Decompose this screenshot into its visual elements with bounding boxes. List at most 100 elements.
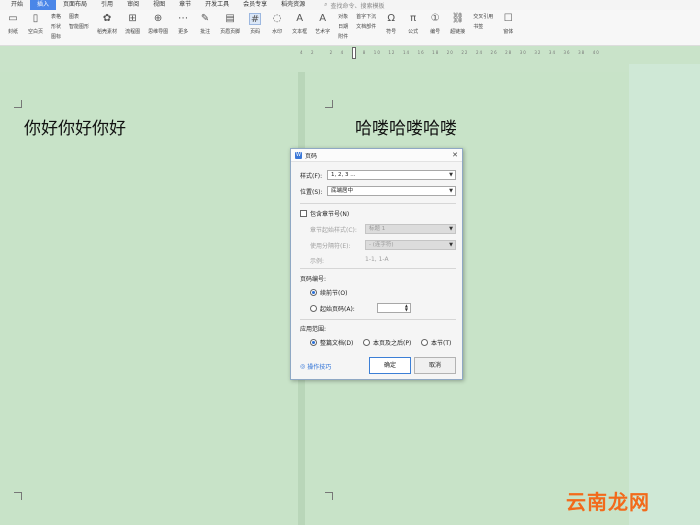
ribbon-icon: Ω [387,13,395,24]
command-search[interactable]: ⌕ 查找命令、搜索模板 [324,1,384,10]
ribbon-small-group: 首字下沉 文档部件 [356,13,376,33]
menu-tab[interactable]: 会员专享 [236,0,274,10]
ribbon-small-button[interactable]: 交叉引用 [473,13,493,20]
ribbon-button-label: 窗体 [503,29,514,35]
ruler-tick: 38 [578,50,586,55]
ribbon-button[interactable]: ▤ 页眉页脚 [220,13,240,35]
menu-tab[interactable]: 开始 [4,0,30,10]
ribbon-button-label: 水印 [272,29,283,35]
menu-bar: 开始 插入 页面布局 引用 审阅 视图 章节 开发工具 会员专享 稻壳资源 ⌕ 查找命令、搜索模板 [0,0,700,10]
ribbon-small-button[interactable]: 智能图形 [69,23,89,30]
menu-tab[interactable]: 引用 [94,0,120,10]
separator-label: 使用分隔符(E): [310,243,351,250]
ruler-tick: 26 [490,50,498,55]
ribbon-small-button[interactable]: 表格 [51,13,61,20]
ribbon-button-label: 批注 [200,29,211,35]
ribbon-icon: ▯ [32,13,39,24]
dropdown-arrow-icon: ▼ [449,188,453,194]
document-page-left[interactable]: 你好你好你好 [0,72,298,525]
apply-section-radio[interactable] [421,339,428,346]
ribbon-small-button[interactable]: 图标 [51,33,61,40]
example-label: 示例: [310,258,325,265]
ruler-tick: 24 [475,50,484,55]
ribbon-small-group: 交叉引用 书签 [473,13,493,33]
apply-label: 应用范围: [300,326,327,333]
ribbon-button[interactable]: ⋯ 更多 [176,13,190,35]
tips-link[interactable]: ◎ 操作技巧 [300,362,331,371]
ribbon-button[interactable]: π 公式 [406,13,420,35]
include-chapter-checkbox[interactable] [300,210,307,217]
menu-tab[interactable]: 插入 [30,0,57,10]
ribbon-button[interactable]: ▯ 空白页 [28,13,43,35]
ribbon-icon: ⋯ [178,13,189,24]
continue-option[interactable]: 续前节(O) [310,288,347,297]
ribbon-button[interactable]: ▭ 封纸 [6,13,20,35]
start-page-stepper[interactable]: ▲ ▼ [377,303,411,313]
ribbon-small-button[interactable]: 对象 [338,13,348,20]
chapter-start-select[interactable]: 标题 1 ▼ [365,224,456,234]
ribbon-button[interactable]: ⛓ 超链接 [450,13,465,35]
ribbon-button[interactable]: ① 编号 [428,13,442,35]
ruler-tick: 28 [505,50,513,55]
close-icon[interactable]: ✕ [452,151,458,159]
menu-tab[interactable]: 章节 [172,0,198,10]
apply-after-radio[interactable] [363,339,370,346]
style-label: 样式(F): [300,173,323,180]
ruler-tick: 22 [461,50,469,55]
horizontal-ruler: 42246810121416182022242628303234363840 [300,50,600,58]
ribbon-button[interactable]: Ω 符号 [384,13,398,35]
apply-section-option[interactable]: 本节(T) [421,338,451,347]
menu-tab[interactable]: 开发工具 [198,0,236,10]
ruler-tick: 14 [402,50,411,55]
ribbon-button[interactable]: ☐ 窗体 [501,13,515,35]
ribbon-button[interactable]: ⊞ 流程图 [125,13,140,35]
ribbon-button[interactable]: ✿ 稻壳素材 [97,13,117,35]
ribbon-icon: ⊞ [128,13,137,24]
ok-button[interactable]: 确定 [369,357,411,374]
separator-select[interactable]: - (连字符) ▼ [365,240,456,250]
ruler-tick: 2 [311,50,315,55]
ribbon-button[interactable]: A 艺术字 [315,13,330,35]
dialog-titlebar[interactable]: W 页码 ✕ [291,149,462,162]
separator-value: - (连字符) [369,242,394,248]
numbering-label: 页码编号: [300,276,327,283]
apply-after-option[interactable]: 本页及之后(P) [363,338,411,347]
menu-tab[interactable]: 稻壳资源 [274,0,312,10]
crop-mark [14,492,22,500]
ribbon-small-button[interactable]: 日期 [338,23,348,30]
ribbon-button[interactable]: ✎ 批注 [198,13,212,35]
position-select[interactable]: 底端居中 ▼ [327,186,456,196]
ribbon-small-button[interactable]: 附件 [338,33,348,40]
start-at-option[interactable]: 起始页码(A): [310,304,355,313]
ribbon-button[interactable]: ⊕ 思维导图 [148,13,168,35]
ribbon-button-label: 更多 [178,29,189,35]
menu-tab[interactable]: 视图 [146,0,172,10]
ruler-tick: 12 [388,50,396,55]
continue-radio[interactable] [310,289,317,296]
menu-tab[interactable]: 页面布局 [56,0,94,10]
style-select[interactable]: 1, 2, 3 ... ▼ [327,170,456,180]
stepper-arrows-icon[interactable]: ▲ ▼ [405,304,408,312]
ruler-indent-marker[interactable] [352,47,356,59]
cancel-button[interactable]: 取消 [414,357,456,374]
apply-whole-radio[interactable] [310,339,317,346]
position-select-value: 底端居中 [331,188,354,194]
include-chapter-option[interactable]: 包含章节号(N) [300,209,349,218]
page-number-dialog: W 页码 ✕ 样式(F): 1, 2, 3 ... ▼ 位置(S): 底端居中 ▼ … [290,148,463,380]
apply-whole-option[interactable]: 整篇文档(D) [310,338,353,347]
document-text-right[interactable]: 哈喽哈喽哈喽 [355,114,457,139]
ribbon-small-button[interactable]: 文档部件 [356,23,376,30]
ribbon-button-label: 封纸 [7,29,18,35]
menu-tab[interactable]: 审阅 [120,0,146,10]
ribbon-button[interactable]: # 页码 [248,13,262,35]
ribbon-small-group: 表格 形状 图标 [51,13,61,40]
style-select-value: 1, 2, 3 ... [331,172,356,178]
start-at-radio[interactable] [310,305,317,312]
ribbon-small-button[interactable]: 形状 [51,23,61,30]
ribbon-button[interactable]: ◌ 水印 [270,13,284,35]
ribbon-button[interactable]: A 文本框 [292,13,307,35]
ribbon-small-button[interactable]: 首字下沉 [356,13,376,20]
document-text-left[interactable]: 你好你好你好 [24,114,126,139]
ribbon-small-button[interactable]: 书签 [473,23,493,30]
ribbon-small-button[interactable]: 图表 [69,13,89,20]
